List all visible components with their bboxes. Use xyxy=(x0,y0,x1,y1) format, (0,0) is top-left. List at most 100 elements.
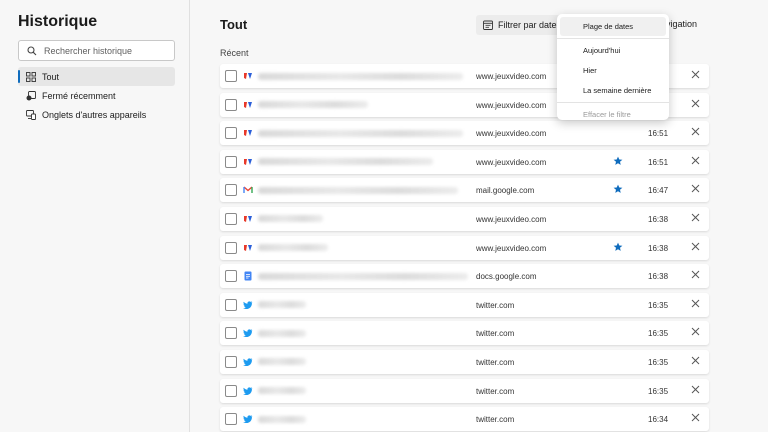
row-time: 16:51 xyxy=(648,129,669,139)
row-time: 16:35 xyxy=(648,357,669,367)
row-domain: twitter.com xyxy=(476,415,515,425)
history-row[interactable]: www.jeuxvideo.com 16:51 xyxy=(220,121,709,146)
row-time: 16:51 xyxy=(648,157,669,167)
history-row[interactable]: twitter.com 16:34 xyxy=(220,407,709,432)
row-time: 16:38 xyxy=(648,243,669,253)
history-row[interactable]: twitter.com 16:35 xyxy=(220,349,709,374)
gmail-icon xyxy=(243,185,253,195)
menu-item-date-range[interactable]: Plage de dates xyxy=(560,17,666,36)
history-row[interactable]: twitter.com 16:35 xyxy=(220,321,709,346)
close-icon[interactable] xyxy=(691,413,700,422)
history-row[interactable]: www.jeuxvideo.com 16:38 xyxy=(220,235,709,260)
page-title-redacted[interactable] xyxy=(258,293,473,317)
grid-icon xyxy=(26,71,36,82)
page-title-redacted[interactable] xyxy=(258,178,473,202)
page-title-redacted[interactable] xyxy=(258,407,473,431)
jeuxvideo-icon xyxy=(243,157,253,167)
menu-item-today[interactable]: Aujourd'hui xyxy=(560,41,666,60)
close-icon[interactable] xyxy=(691,270,700,279)
history-row[interactable]: www.jeuxvideo.com 16:51 xyxy=(220,149,709,174)
row-time: 16:38 xyxy=(648,214,669,224)
jeuxvideo-icon xyxy=(243,214,253,224)
history-row[interactable]: mail.google.com 16:47 xyxy=(220,178,709,203)
row-domain: docs.google.com xyxy=(476,272,537,282)
twitter-icon xyxy=(243,414,253,424)
close-icon[interactable] xyxy=(691,356,700,365)
row-checkbox[interactable] xyxy=(225,184,237,197)
twitter-icon xyxy=(243,328,253,338)
row-checkbox[interactable] xyxy=(225,98,237,111)
close-icon[interactable] xyxy=(691,99,700,108)
page-title-redacted[interactable] xyxy=(258,379,473,403)
jeuxvideo-icon xyxy=(243,100,253,110)
filter-label: Filtrer par date xyxy=(498,20,557,30)
row-domain: www.jeuxvideo.com xyxy=(476,129,547,139)
page-title-redacted[interactable] xyxy=(258,321,473,345)
sidebar-item-label: Fermé récemment xyxy=(42,90,116,101)
devices-icon xyxy=(26,109,36,120)
row-checkbox[interactable] xyxy=(225,355,237,368)
row-time: 16:35 xyxy=(648,386,669,396)
twitter-icon xyxy=(243,357,253,367)
row-domain: twitter.com xyxy=(476,329,515,339)
row-checkbox[interactable] xyxy=(225,155,237,168)
page-title-redacted[interactable] xyxy=(258,121,473,145)
close-icon[interactable] xyxy=(691,184,700,193)
page-title-redacted[interactable] xyxy=(258,350,473,374)
row-checkbox[interactable] xyxy=(225,327,237,340)
sidebar-nav: Tout Fermé récemment Onglets d'autres ap… xyxy=(18,67,175,124)
search-box[interactable] xyxy=(18,40,175,61)
row-domain: www.jeuxvideo.com xyxy=(476,157,547,167)
menu-item-yesterday[interactable]: Hier xyxy=(560,61,666,80)
row-checkbox[interactable] xyxy=(225,241,237,254)
sidebar-item-all[interactable]: Tout xyxy=(18,67,175,86)
close-icon[interactable] xyxy=(691,213,700,222)
row-domain: www.jeuxvideo.com xyxy=(476,214,547,224)
close-icon[interactable] xyxy=(691,127,700,136)
sidebar: Historique Tout Fermé récemment Onglets … xyxy=(0,0,190,432)
page-title-redacted[interactable] xyxy=(258,264,473,288)
menu-item-clear-filter: Effacer le filtre xyxy=(583,110,631,119)
page-title-redacted[interactable] xyxy=(258,93,473,117)
close-icon[interactable] xyxy=(691,299,700,308)
sidebar-item-other-devices[interactable]: Onglets d'autres appareils xyxy=(18,105,175,124)
row-domain: www.jeuxvideo.com xyxy=(476,72,547,81)
row-domain: www.jeuxvideo.com xyxy=(476,243,547,253)
twitter-icon xyxy=(243,386,253,396)
history-row[interactable]: www.jeuxvideo.com 16:38 xyxy=(220,206,709,231)
row-time: 16:47 xyxy=(648,186,669,196)
close-icon[interactable] xyxy=(691,385,700,394)
star-icon xyxy=(613,156,623,165)
page-title-redacted[interactable] xyxy=(258,150,473,174)
row-time: 16:34 xyxy=(648,415,669,425)
row-checkbox[interactable] xyxy=(225,270,237,283)
row-domain: twitter.com xyxy=(476,300,515,310)
row-checkbox[interactable] xyxy=(225,70,237,82)
section-title: Tout xyxy=(220,17,248,32)
row-domain: www.jeuxvideo.com xyxy=(476,100,547,110)
row-checkbox[interactable] xyxy=(225,212,237,225)
closed-tab-icon xyxy=(26,90,36,100)
history-row[interactable]: twitter.com 16:35 xyxy=(220,292,709,317)
page-title-redacted[interactable] xyxy=(258,64,473,88)
close-icon[interactable] xyxy=(691,327,700,336)
row-checkbox[interactable] xyxy=(225,127,237,140)
sidebar-item-recently-closed[interactable]: Fermé récemment xyxy=(18,86,175,105)
close-icon[interactable] xyxy=(691,242,700,251)
menu-divider xyxy=(557,38,669,39)
close-icon[interactable] xyxy=(691,156,700,165)
menu-item-last-week[interactable]: La semaine dernière xyxy=(560,81,666,100)
history-row[interactable]: docs.google.com 16:38 xyxy=(220,264,709,289)
search-input[interactable] xyxy=(44,45,164,56)
row-checkbox[interactable] xyxy=(225,413,237,426)
page-title-redacted[interactable] xyxy=(258,207,473,231)
page-title-redacted[interactable] xyxy=(258,236,473,260)
sidebar-item-label: Tout xyxy=(42,71,60,82)
history-row[interactable]: twitter.com 16:35 xyxy=(220,378,709,403)
row-checkbox[interactable] xyxy=(225,298,237,311)
close-icon[interactable] xyxy=(691,70,700,79)
row-checkbox[interactable] xyxy=(225,384,237,397)
row-domain: twitter.com xyxy=(476,357,515,367)
date-filter-menu: Plage de dates Aujourd'hui Hier La semai… xyxy=(557,14,669,120)
filter-by-date-button[interactable]: Filtrer par date xyxy=(476,15,564,35)
